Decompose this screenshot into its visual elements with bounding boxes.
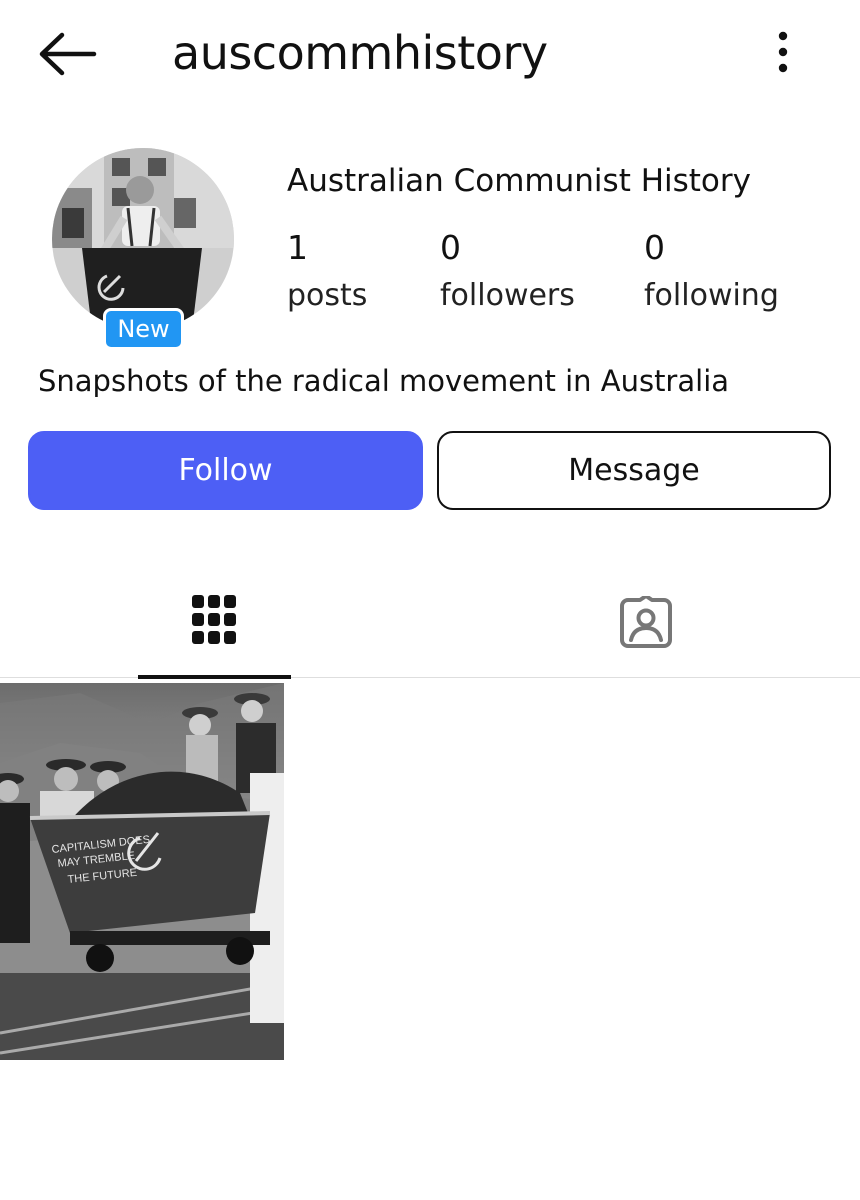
- profile-username: auscommhistory: [172, 26, 548, 80]
- follow-button[interactable]: Follow: [28, 431, 423, 510]
- posts-count: 1: [287, 228, 308, 267]
- top-bar: auscommhistory: [0, 0, 860, 110]
- more-options-button[interactable]: [764, 30, 802, 74]
- active-tab-indicator: [138, 675, 291, 679]
- followers-label: followers: [440, 278, 575, 313]
- profile-page: auscommhistory New Australian Communist …: [0, 0, 860, 1200]
- stat-following[interactable]: 0 following: [644, 226, 779, 322]
- arrow-left-icon: [39, 32, 97, 76]
- profile-tabs: [0, 570, 860, 679]
- following-count: 0: [644, 228, 665, 267]
- posts-label: posts: [287, 278, 368, 313]
- back-button[interactable]: [36, 30, 98, 78]
- followers-count: 0: [440, 228, 461, 267]
- following-label: following: [644, 278, 779, 313]
- tab-tagged[interactable]: [570, 570, 723, 678]
- post-thumbnail[interactable]: CAPITALISM DOES MAY TREMBLE THE FUTURE: [0, 683, 284, 1060]
- tagged-person-icon: [620, 596, 672, 648]
- avatar: [52, 148, 234, 330]
- new-badge: New: [103, 308, 184, 350]
- stat-posts[interactable]: 1 posts: [287, 226, 367, 322]
- stat-followers[interactable]: 0 followers: [440, 226, 575, 322]
- profile-bio: Snapshots of the radical movement in Aus…: [38, 364, 730, 398]
- display-name: Australian Communist History: [287, 163, 751, 199]
- more-vertical-icon: [778, 31, 788, 73]
- tab-posts-grid[interactable]: [138, 570, 291, 679]
- message-button[interactable]: Message: [437, 431, 831, 510]
- profile-avatar[interactable]: [52, 148, 234, 330]
- grid-icon: [192, 595, 236, 644]
